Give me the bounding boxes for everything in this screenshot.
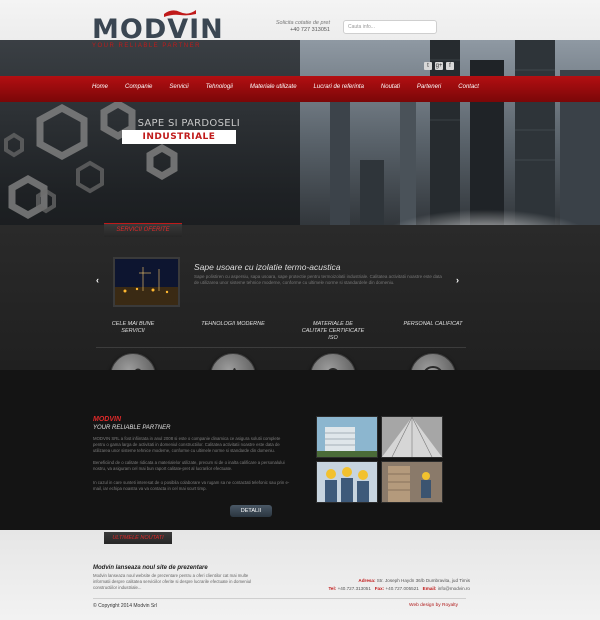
google-plus-icon[interactable]: g+ xyxy=(435,62,443,70)
news-text: Modvin lanseaza noul website de prezenta… xyxy=(93,573,252,591)
email-link[interactable]: info@modvin.ro xyxy=(438,586,470,591)
address-label: Adresa: xyxy=(358,578,376,583)
nav-item-lucrari[interactable]: Lucrari de referinta xyxy=(314,84,364,90)
service-description: Sape polistiren cu aspersiu, sapa usoara… xyxy=(194,274,442,286)
nav-item-parteneri[interactable]: Parteneri xyxy=(417,84,441,90)
address-value: Str. Joseph Haydn 36/b Dumbravita, jud T… xyxy=(376,578,470,583)
project-photo[interactable] xyxy=(381,461,443,503)
feature-label: MATERIALE DE CALITATE CERTIFICATE ISO xyxy=(301,321,365,341)
fax-value: +40.727.005521 xyxy=(385,586,419,592)
service-thumbnail[interactable] xyxy=(113,257,180,307)
nav-item-noutati[interactable]: Noutati xyxy=(381,84,400,90)
hero-title: SAPE SI PARDOSELI xyxy=(137,118,240,129)
main-nav: Home Companie Servicii Tehnologii Materi… xyxy=(92,84,479,90)
nav-item-servicii[interactable]: Servicii xyxy=(169,84,188,90)
about-heading: MODVIN xyxy=(93,416,121,423)
service-photo xyxy=(115,259,178,305)
contact-info: Adresa: Str. Joseph Haydn 36/b Dumbravit… xyxy=(310,577,470,594)
tel-label: Tel: xyxy=(328,586,337,592)
about-paragraph: In cazul in care sunteti interesat de o … xyxy=(93,480,290,492)
quote-phone: +40 727 313051 xyxy=(290,27,330,34)
quote-label: Solicita cotatie de pret xyxy=(275,20,330,26)
project-photo[interactable] xyxy=(381,416,443,458)
fax-label: Fax: xyxy=(374,586,385,592)
twitter-icon[interactable]: t xyxy=(424,62,432,70)
footer-divider xyxy=(93,598,466,599)
feature-label: TEHNOLOGII MODERNE xyxy=(201,321,265,327)
feature-label: CELE MAI BUNE SERVICII xyxy=(111,321,155,334)
news-title[interactable]: Modvin lanseaza noul site de prezentare xyxy=(93,565,208,571)
about-subheading: YOUR RELIABLE PARTNER xyxy=(93,425,171,431)
project-photo[interactable] xyxy=(316,416,378,458)
social-links: t g+ f xyxy=(424,62,454,70)
about-paragraph: Beneficiind de o calitate ridicata a mat… xyxy=(93,460,285,472)
details-button[interactable]: DETALII xyxy=(230,505,272,517)
nav-item-materiale[interactable]: Materiale utilizate xyxy=(250,84,297,90)
hero-subtitle: INDUSTRIALE xyxy=(122,130,236,144)
copyright: © Copyright 2014 Modvin Srl xyxy=(93,603,157,609)
quote-request[interactable]: Solicita cotatie de pret +40 727 313051 xyxy=(250,20,330,34)
news-tab: ULTIMELE NOUTATI xyxy=(104,532,172,544)
search-placeholder: Cauta info... xyxy=(348,24,375,30)
site-logo[interactable]: MODVIN YOUR RELIABLE PARTNER xyxy=(92,10,224,49)
nav-item-home[interactable]: Home xyxy=(92,84,108,90)
search-input[interactable]: Cauta info... xyxy=(343,20,437,34)
carousel-prev-arrow[interactable]: ‹ xyxy=(96,275,99,285)
feature-label: PERSONAL CALIFICAT xyxy=(403,321,463,327)
logo-flag-icon xyxy=(164,10,196,17)
about-paragraph: MODVIN SRL a fost infiintata in anul 200… xyxy=(93,436,281,454)
services-tab: SERVICII OFERITE xyxy=(104,223,182,237)
tel-value: +40.727.313051 xyxy=(337,586,371,592)
webdesign-credit[interactable]: Web design by Royalty xyxy=(409,603,458,608)
service-title[interactable]: Sape usoare cu izolatie termo-acustica xyxy=(194,262,340,272)
carousel-next-arrow[interactable]: › xyxy=(456,275,459,285)
nav-item-contact[interactable]: Contact xyxy=(458,84,479,90)
news-section xyxy=(0,530,600,620)
nav-item-tehnologii[interactable]: Tehnologii xyxy=(206,84,233,90)
logo-wordmark: MODVIN xyxy=(92,14,224,45)
about-section xyxy=(0,370,600,530)
facebook-icon[interactable]: f xyxy=(446,62,454,70)
nav-item-companie[interactable]: Companie xyxy=(125,84,152,90)
project-photo[interactable] xyxy=(316,461,378,503)
email-label: Email: xyxy=(422,586,437,592)
